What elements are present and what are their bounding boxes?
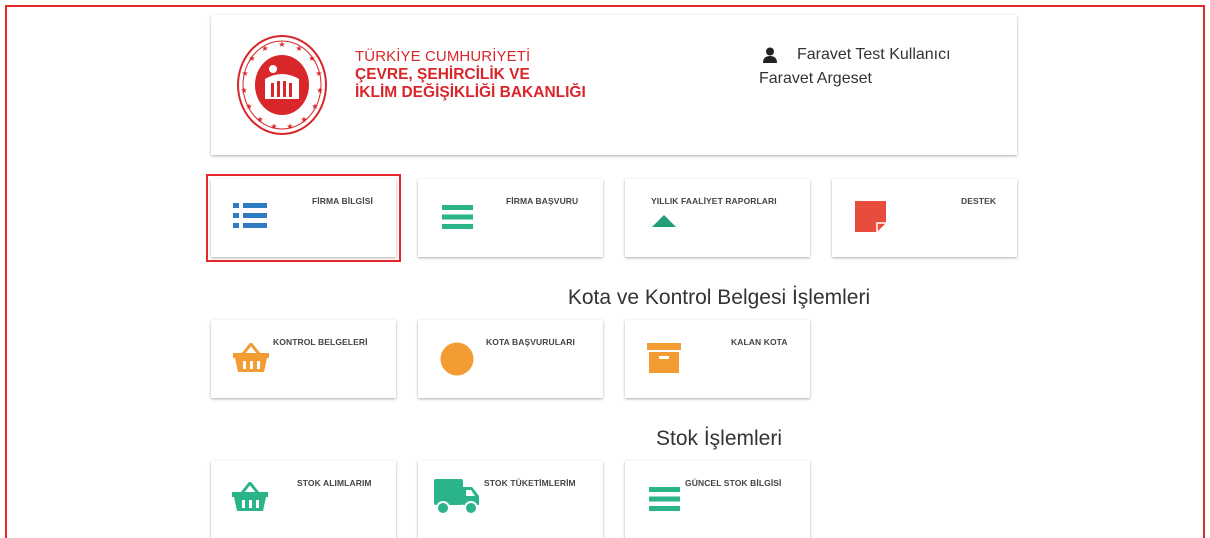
card-kota-basvurulari[interactable]: KOTA BAŞVURULARI <box>418 320 603 398</box>
card-stok-alimlarim[interactable]: STOK ALIMLARIM <box>211 461 396 538</box>
card-stok-tuketimlerim[interactable]: STOK TÜKETİMLERİM <box>418 461 603 538</box>
triangle-up-icon <box>652 215 676 227</box>
card-firma-basvuru[interactable]: FİRMA BAŞVURU <box>418 179 603 257</box>
truck-icon <box>434 479 479 515</box>
menu-icon <box>649 487 680 511</box>
svg-text:★: ★ <box>278 40 285 49</box>
ministry-line-2: ÇEVRE, ŞEHİRCİLİK VE <box>355 66 530 83</box>
user-icon <box>763 47 777 63</box>
card-kontrol-belgeleri[interactable]: KONTROL BELGELERİ <box>211 320 396 398</box>
card-destek[interactable]: DESTEK <box>832 179 1017 257</box>
menu-icon <box>442 205 473 229</box>
card-label: FİRMA BAŞVURU <box>506 196 579 206</box>
svg-text:★: ★ <box>308 54 315 63</box>
ministry-line-1: TÜRKİYE CUMHURİYETİ <box>355 48 531 65</box>
card-label: STOK ALIMLARIM <box>297 478 372 488</box>
card-label: FİRMA BİLGİSİ <box>312 196 373 206</box>
card-label: DESTEK <box>961 196 997 206</box>
circle-icon <box>440 342 474 376</box>
svg-text:★: ★ <box>240 86 247 95</box>
list-icon <box>233 203 267 228</box>
card-label: YILLIK FAALİYET RAPORLARI <box>651 196 777 206</box>
basket-icon <box>233 343 269 372</box>
card-label: STOK TÜKETİMLERİM <box>484 478 576 488</box>
svg-text:★: ★ <box>261 44 268 53</box>
archive-icon <box>647 343 681 373</box>
ministry-seal-logo: ★ ★★ ★★★ ★★★ ★★★ ★★★ <box>237 35 327 135</box>
section-title-kota: Kota ve Kontrol Belgesi İşlemleri <box>567 286 871 309</box>
card-label: GÜNCEL STOK BİLGİSİ <box>685 478 782 488</box>
card-label: KONTROL BELGELERİ <box>273 337 368 347</box>
svg-text:★: ★ <box>241 69 248 78</box>
card-guncel-stok-bilgisi[interactable]: GÜNCEL STOK BİLGİSİ <box>625 461 810 538</box>
card-firma-bilgisi[interactable]: FİRMA BİLGİSİ <box>206 174 401 262</box>
svg-text:★: ★ <box>286 122 293 131</box>
section-title-stok: Stok İşlemleri <box>655 427 783 450</box>
card-label: KOTA BAŞVURULARI <box>486 337 575 347</box>
svg-text:★: ★ <box>300 115 307 124</box>
svg-text:★: ★ <box>245 102 252 111</box>
card-kalan-kota[interactable]: KALAN KOTA <box>625 320 810 398</box>
svg-text:★: ★ <box>248 54 255 63</box>
svg-text:★: ★ <box>256 115 263 124</box>
card-label: KALAN KOTA <box>731 337 788 347</box>
user-name[interactable]: Faravet Test Kullanıcı <box>797 43 951 67</box>
header-card: ★ ★ ★ ★ ★ ★ ★ ★ ★ ★ ★ ★ ★ ★ ★ TÜRKİYE CUMHURİYETİ … <box>211 15 1017 155</box>
note-icon <box>855 201 886 232</box>
user-info: Faravet Test Kullanıcı Faravet Argeset <box>759 43 951 91</box>
ministry-line-3: İKLİM DEĞİŞİKLİĞİ BAKANLIĞI <box>355 84 586 101</box>
company-name: Faravet Argeset <box>759 70 872 87</box>
card-yillik-faaliyet-raporlari[interactable]: YILLIK FAALİYET RAPORLARI <box>625 179 810 257</box>
svg-text:★: ★ <box>315 69 322 78</box>
basket-icon <box>232 482 268 511</box>
ministry-title: TÜRKİYE CUMHURİYETİ ÇEVRE, ŞEHİRCİLİK VE… <box>355 48 586 102</box>
svg-text:★: ★ <box>316 86 323 95</box>
svg-text:★: ★ <box>295 44 302 53</box>
svg-text:★: ★ <box>270 122 277 131</box>
svg-text:★: ★ <box>311 102 318 111</box>
